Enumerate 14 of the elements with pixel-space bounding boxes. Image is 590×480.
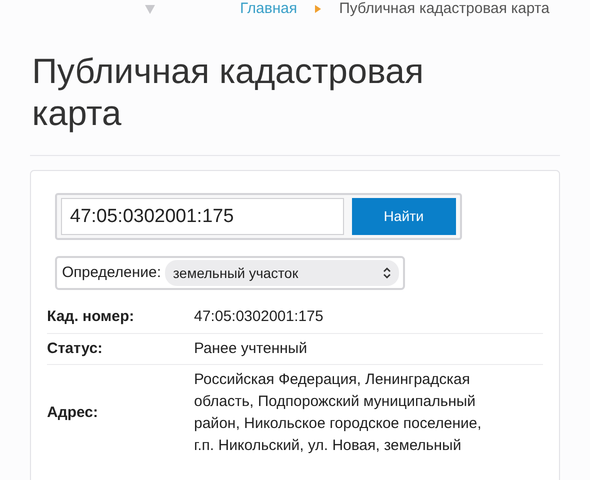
breadcrumb-current: Публичная кадастровая карта <box>339 0 550 19</box>
field-value: 47:05:0302001:175 <box>194 307 324 328</box>
field-value: Российская Федерация, Ленинградская область, Подпорожский муниципальный район, Никольское городское поселение, г.п. Никольский, ул. Новая, земельный <box>194 370 482 456</box>
search-button[interactable]: Найти <box>352 198 456 235</box>
select-arrows-icon <box>383 267 391 279</box>
definition-label: Определение: <box>62 262 162 283</box>
field-value: Ранее учтенный <box>194 338 308 359</box>
page-title: Публичная кадастровая карта <box>32 51 425 135</box>
field-label: Кад. номер: <box>47 307 136 327</box>
definition-select[interactable]: земельный участок <box>165 260 399 286</box>
field-label: Статус: <box>47 338 104 358</box>
search-field[interactable]: 47:05:0302001:175 <box>61 198 344 235</box>
field-label: Адрес: <box>47 402 99 423</box>
definition-value: земельный участок <box>173 264 298 283</box>
